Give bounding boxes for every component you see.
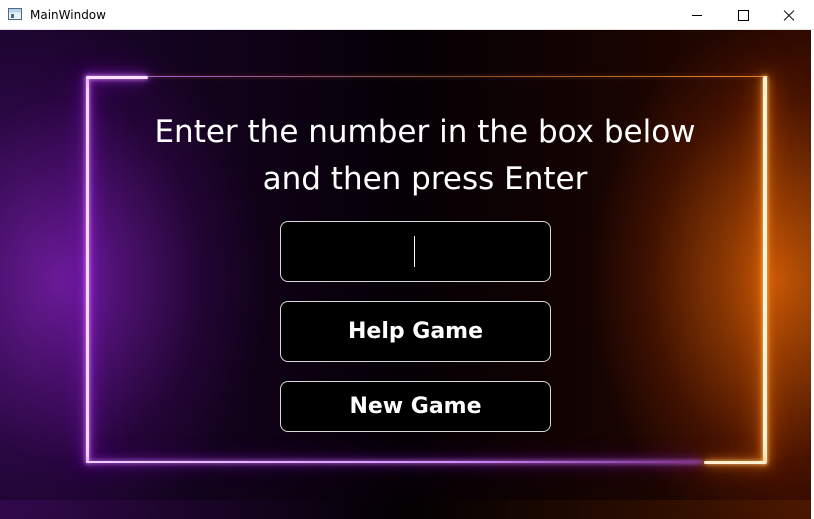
game-panel: Enter the number in the box below and th… — [0, 30, 811, 519]
neon-frame-top — [148, 76, 768, 77]
main-window: MainWindow Enter the number in the box b… — [0, 0, 814, 519]
close-button[interactable] — [766, 0, 812, 30]
neon-frame-left — [86, 77, 89, 463]
maximize-button[interactable] — [720, 0, 766, 30]
window-title: MainWindow — [30, 8, 106, 22]
background-floor-band — [0, 500, 811, 519]
instruction-text: Enter the number in the box below and th… — [120, 109, 730, 203]
title-bar[interactable]: MainWindow — [0, 0, 814, 30]
neon-frame-bottom-right — [704, 461, 766, 464]
neon-frame-top-left — [86, 76, 148, 79]
text-caret — [414, 236, 415, 267]
help-game-button[interactable]: Help Game — [280, 301, 551, 362]
minimize-button[interactable] — [674, 0, 720, 30]
number-input[interactable] — [280, 221, 551, 282]
neon-frame-right — [763, 76, 767, 464]
neon-frame-bottom — [86, 461, 702, 463]
new-game-button[interactable]: New Game — [280, 381, 551, 432]
instruction-line-2: and then press Enter — [262, 161, 588, 197]
instruction-line-1: Enter the number in the box below — [154, 114, 696, 150]
window-app-icon — [8, 8, 22, 20]
